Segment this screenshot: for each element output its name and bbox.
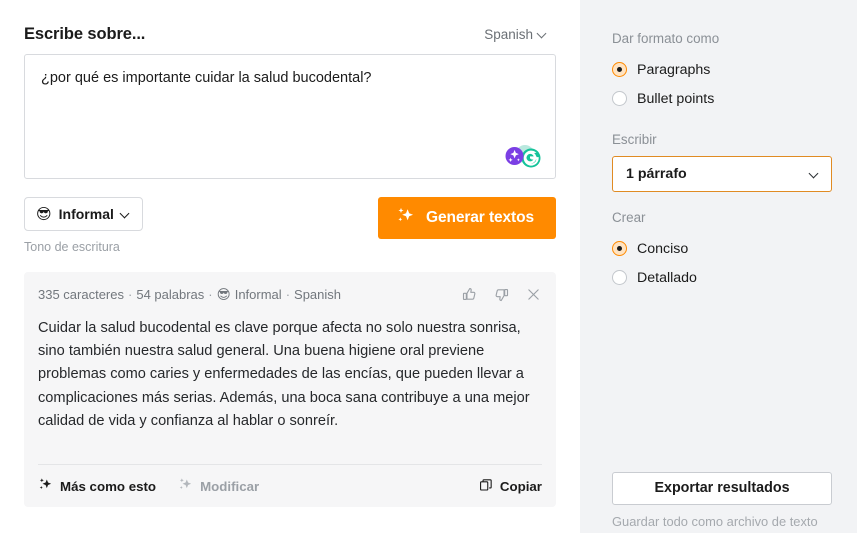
result-card-footer: Más como esto Modificar Copiar: [38, 465, 542, 507]
header-row: Escribe sobre... Spanish: [0, 0, 580, 46]
radio-label: Conciso: [637, 240, 689, 257]
word-count: 54 palabras: [136, 286, 205, 302]
result-card-header: 335 caracteres · 54 palabras · 😎 Informa…: [38, 284, 542, 304]
chevron-down-icon: [538, 29, 547, 38]
generate-texts-button[interactable]: Generar textos: [377, 197, 556, 239]
meta-separator: ·: [128, 286, 133, 302]
tone-caption: Tono de escritura: [24, 240, 120, 254]
prompt-textarea[interactable]: ¿por qué es importante cuidar la salud b…: [24, 54, 556, 179]
app-root: Escribe sobre... Spanish ¿por qué es imp…: [0, 0, 857, 533]
write-group-label: Escribir: [612, 132, 657, 147]
settings-sidebar: Dar formato como Paragraphs Bullet point…: [580, 0, 857, 533]
main-panel: Escribe sobre... Spanish ¿por qué es imp…: [0, 0, 580, 533]
radio-label: Detallado: [637, 269, 697, 286]
write-group: Escribir 1 párrafo: [612, 132, 832, 192]
tone-control-group: 😎 Informal Tono de escritura: [24, 197, 143, 254]
chevron-down-icon: [121, 209, 130, 218]
result-metadata: 335 caracteres · 54 palabras · 😎 Informa…: [38, 286, 341, 302]
grammarly-logo-icon: [502, 143, 544, 169]
sparkles-icon: [396, 206, 415, 230]
thumbs-down-icon[interactable]: [492, 285, 510, 303]
radio-option-conciso[interactable]: Conciso: [612, 234, 832, 263]
create-group-label: Crear: [612, 210, 646, 225]
create-group: Crear Conciso Detallado: [612, 210, 832, 292]
sparkles-icon: [178, 477, 193, 495]
result-tone: Informal: [234, 286, 282, 302]
radio-indicator: [612, 270, 627, 285]
language-selector[interactable]: Spanish: [484, 27, 547, 42]
export-zone: Exportar resultados Guardar todo como ar…: [612, 471, 832, 533]
tone-selector-label: Informal: [58, 206, 114, 222]
generate-texts-label: Generar textos: [425, 209, 534, 226]
copy-icon: [479, 478, 493, 495]
radio-label: Bullet points: [637, 90, 715, 107]
page-title: Escribe sobre...: [24, 25, 146, 43]
sunglasses-emoji-icon: 😎: [36, 205, 52, 223]
radio-indicator: [612, 91, 627, 106]
sunglasses-emoji-icon: 😎: [216, 286, 231, 302]
export-caption: Guardar todo como archivo de texto: [612, 513, 818, 529]
radio-indicator: [612, 62, 627, 77]
copy-label: Copiar: [499, 478, 542, 494]
thumbs-up-icon[interactable]: [460, 285, 478, 303]
write-length-value: 1 párrafo: [626, 166, 687, 182]
radio-indicator: [612, 241, 627, 256]
result-footer-actions: Más como esto Modificar: [38, 477, 259, 495]
modify-label: Modificar: [200, 478, 260, 494]
more-like-this-label: Más como esto: [60, 478, 157, 494]
meta-separator: ·: [208, 286, 213, 302]
radio-label: Paragraphs: [637, 61, 711, 78]
meta-separator: ·: [285, 286, 291, 302]
chevron-down-icon: [810, 169, 819, 178]
radio-option-detallado[interactable]: Detallado: [612, 263, 832, 292]
close-icon[interactable]: [524, 285, 542, 303]
tone-selector-button[interactable]: 😎 Informal: [24, 197, 143, 231]
char-count: 335 caracteres: [38, 286, 124, 302]
result-text: Cuidar la salud bucodental es clave porq…: [38, 320, 530, 429]
sparkles-icon: [38, 477, 53, 495]
controls-row: 😎 Informal Tono de escritura Generar tex…: [24, 197, 556, 254]
result-language: Spanish: [294, 286, 342, 302]
result-card-actions: [460, 285, 542, 303]
result-card: 335 caracteres · 54 palabras · 😎 Informa…: [24, 272, 556, 507]
radio-option-bullet-points[interactable]: Bullet points: [612, 84, 832, 113]
modify-button[interactable]: Modificar: [178, 477, 259, 495]
language-selector-label: Spanish: [484, 27, 533, 42]
format-group: Dar formato como Paragraphs Bullet point…: [612, 31, 832, 113]
copy-button[interactable]: Copiar: [479, 478, 542, 495]
export-results-button[interactable]: Exportar resultados: [612, 471, 832, 505]
radio-option-paragraphs[interactable]: Paragraphs: [612, 55, 832, 84]
prompt-text-value: ¿por qué es importante cuidar la salud b…: [41, 70, 372, 86]
more-like-this-button[interactable]: Más como esto: [38, 477, 156, 495]
write-length-select[interactable]: 1 párrafo: [612, 156, 832, 192]
format-group-label: Dar formato como: [612, 31, 720, 46]
